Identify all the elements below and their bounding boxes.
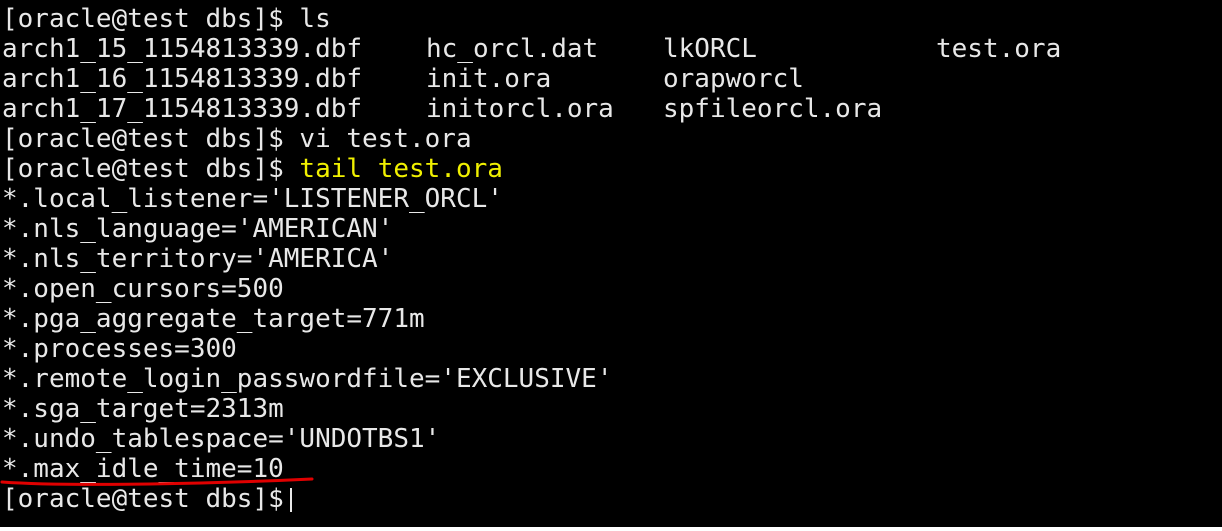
file-hc-orcl: hc_orcl.dat: [426, 34, 599, 64]
tail-command: tail test.ora: [299, 154, 503, 184]
file-arch1-17: arch1_17_1154813339.dbf: [2, 94, 363, 124]
terminal-window[interactable]: [oracle@test dbs]$ ls arch1_15_115481333…: [0, 0, 1222, 527]
param-line: *.pga_aggregate_target=771m: [2, 304, 425, 334]
file-lkorcl: lkORCL: [663, 34, 757, 64]
param-line: *.remote_login_passwordfile='EXCLUSIVE': [2, 364, 613, 394]
file-test-ora: test.ora: [936, 34, 1062, 64]
prompt-tail: [oracle@test dbs]$ tail test.ora: [2, 154, 503, 184]
prompt-vi: [oracle@test dbs]$ vi test.ora: [2, 124, 472, 154]
param-line: *.open_cursors=500: [2, 274, 284, 304]
param-line: *.nls_language='AMERICAN': [2, 214, 394, 244]
text-cursor: [289, 487, 292, 512]
file-initorcl-ora: initorcl.ora: [426, 94, 614, 124]
param-line: *.processes=300: [2, 334, 237, 364]
file-arch1-16: arch1_16_1154813339.dbf: [2, 64, 363, 94]
final-prompt: [oracle@test dbs]$: [2, 484, 284, 514]
file-init-ora: init.ora: [426, 64, 552, 94]
param-line: *.nls_territory='AMERICA': [2, 244, 394, 274]
prompt-tail-prefix: [oracle@test dbs]$: [2, 154, 300, 184]
param-line: *.local_listener='LISTENER_ORCL': [2, 184, 503, 214]
ls-row-2: arch1_16_1154813339.dbf init.ora orapwor…: [2, 64, 804, 94]
prompt-ls: [oracle@test dbs]$ ls: [2, 4, 331, 34]
file-spfileorcl-ora: spfileorcl.ora: [663, 94, 883, 124]
ls-row-3: arch1_17_1154813339.dbf initorcl.ora spf…: [2, 94, 882, 124]
file-orapworcl: orapworcl: [663, 64, 804, 94]
ls-row-1: arch1_15_1154813339.dbf hc_orcl.dat lkOR…: [2, 34, 1061, 64]
param-line: *.undo_tablespace='UNDOTBS1': [2, 424, 441, 454]
file-arch1-15: arch1_15_1154813339.dbf: [2, 34, 363, 64]
param-line: *.sga_target=2313m: [2, 394, 284, 424]
bottom-border: [0, 527, 1222, 531]
final-prompt-line[interactable]: [oracle@test dbs]$: [2, 484, 292, 514]
